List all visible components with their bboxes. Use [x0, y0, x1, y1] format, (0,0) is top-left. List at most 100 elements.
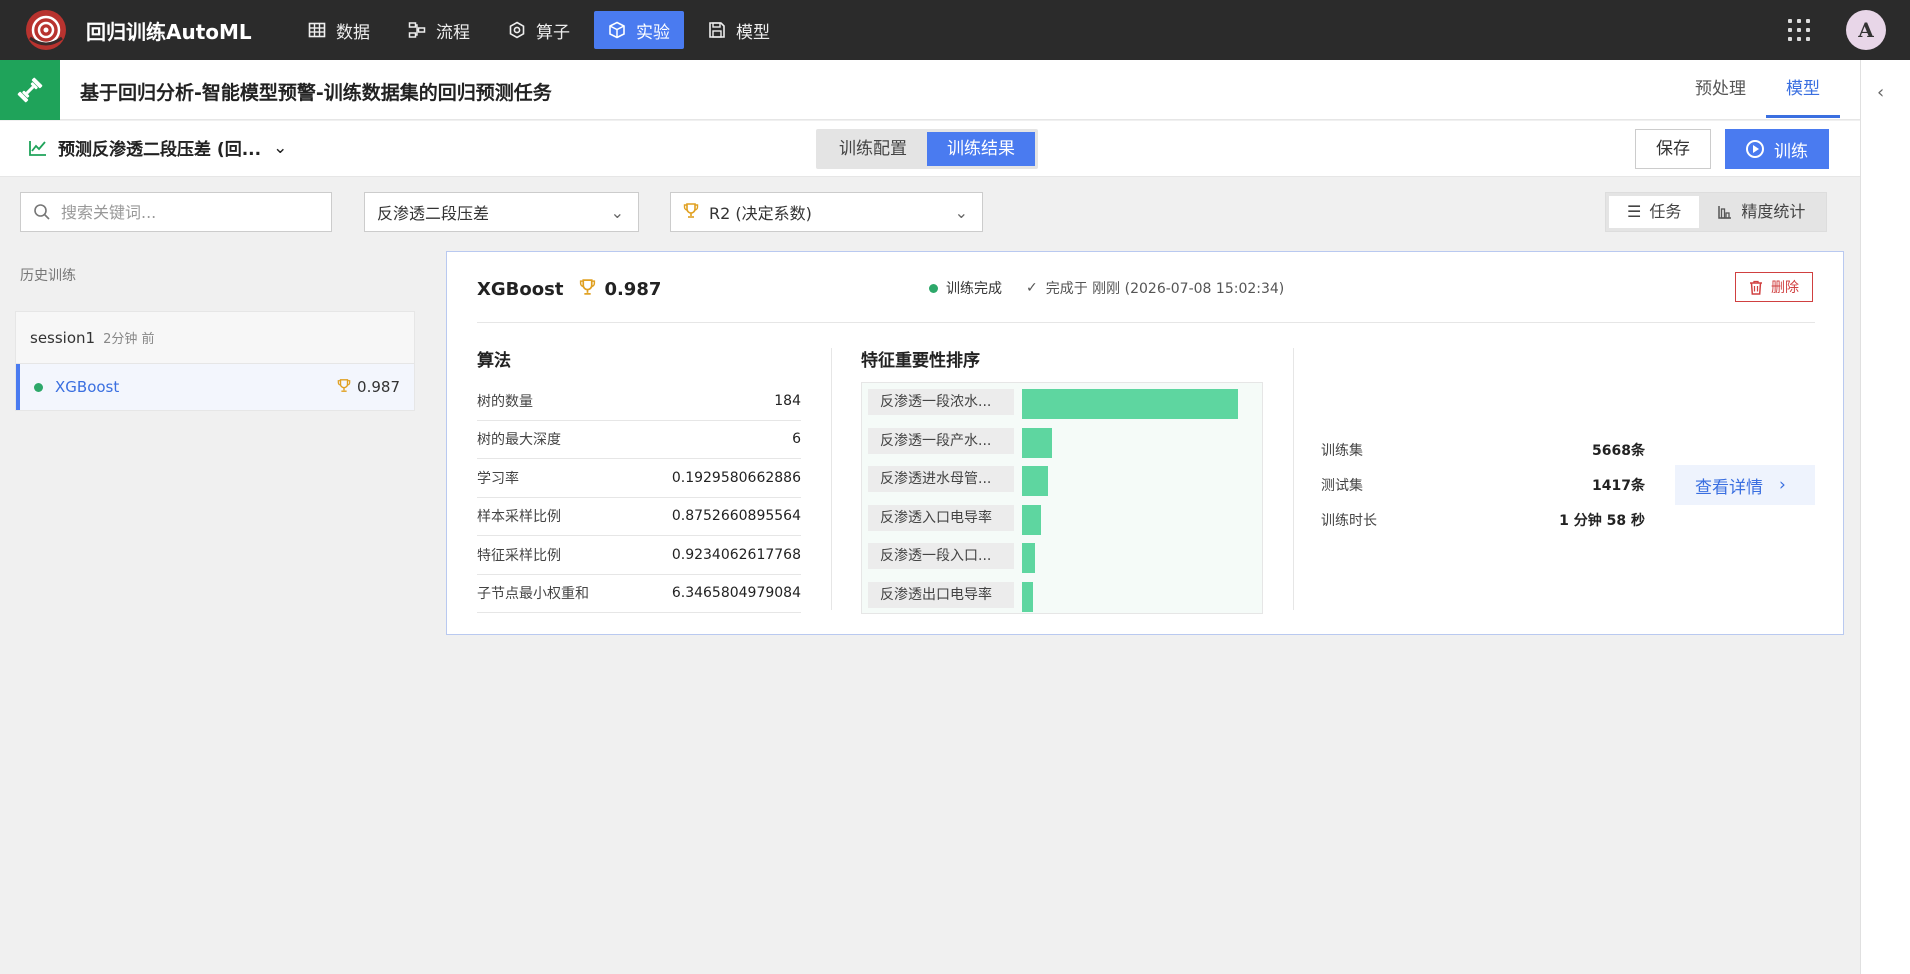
- feature-bar: [1022, 581, 1033, 612]
- status-badge: 训练完成: [946, 281, 1002, 297]
- trophy-icon: [337, 378, 351, 397]
- nav-item-operator[interactable]: 算子: [494, 11, 584, 49]
- delete-label: 删除: [1771, 280, 1799, 296]
- chevron-down-icon: ⌄: [273, 137, 288, 158]
- page-title: 基于回归分析-智能模型预警-训练数据集的回归预测任务: [80, 82, 552, 104]
- algo-title: 算法: [477, 351, 511, 371]
- table-row: 样本采样比例 0.8752660895564: [477, 498, 801, 536]
- feature-label: 反渗透进水母管...: [868, 466, 1014, 492]
- app-logo-icon[interactable]: [24, 8, 68, 52]
- feature-label: 反渗透一段产水...: [868, 427, 1014, 454]
- feature-label: 反渗透入口电导率: [868, 504, 1014, 531]
- search-input[interactable]: [61, 202, 311, 222]
- tab-preprocess[interactable]: 预处理: [1675, 60, 1766, 118]
- stat-key: 测试集: [1321, 477, 1363, 494]
- session-name: session1: [30, 328, 96, 347]
- nav-item-data[interactable]: 数据: [294, 11, 384, 49]
- param-key: 样本采样比例: [477, 509, 561, 526]
- train-button[interactable]: 训练: [1725, 129, 1829, 169]
- status-dot: [929, 283, 938, 293]
- delete-button[interactable]: 删除: [1735, 272, 1813, 302]
- param-value: 184: [774, 392, 801, 409]
- check-icon: ✓: [1026, 280, 1038, 296]
- result-card: XGBoost 0.987 训练完成 ✓ 完成于 刚刚 (2026-07-08 …: [446, 251, 1844, 635]
- task-label: 预测反渗透二段压差 (回...: [58, 140, 262, 160]
- feature-row: 反渗透入口电导率: [862, 499, 1262, 537]
- table-icon: [308, 22, 326, 38]
- tab-accuracy-stats[interactable]: 精度统计: [1699, 196, 1823, 228]
- result-header: XGBoost 0.987: [477, 278, 661, 301]
- stat-row: 测试集 1417条: [1321, 467, 1645, 502]
- feature-label: 反渗透一段浓水...: [868, 389, 1014, 415]
- tab-train-config[interactable]: 训练配置: [819, 132, 927, 166]
- nav-item-model[interactable]: 模型: [694, 11, 784, 49]
- top-nav-bar: 回归训练AutoML 数据 流程 算子 实验 模型 A: [0, 0, 1910, 60]
- list-icon: ☰: [1627, 202, 1642, 221]
- chevron-right-icon: ›: [1779, 475, 1786, 495]
- stat-value: 1 分钟 58 秒: [1559, 512, 1645, 529]
- table-row: 树的数量 184: [477, 382, 801, 421]
- metric-select[interactable]: R2 (决定系数) ⌄: [670, 192, 983, 232]
- trash-icon: [1750, 280, 1762, 295]
- toolbar: 预测反渗透二段压差 (回... ⌄ 训练配置 训练结果 保存 训练: [0, 121, 1860, 177]
- feature-label: 反渗透一段入口...: [868, 543, 1014, 569]
- tab-train-result[interactable]: 训练结果: [927, 132, 1035, 166]
- stat-key: 训练集: [1321, 442, 1363, 459]
- feature-row: 反渗透一段产水...: [862, 422, 1262, 460]
- divider: [1293, 348, 1294, 610]
- feature-row: 反渗透进水母管...: [862, 460, 1262, 498]
- tab-model[interactable]: 模型: [1766, 60, 1840, 118]
- tab-label: 任务: [1649, 202, 1682, 221]
- feature-bar: [1022, 427, 1053, 458]
- top-right-actions: A: [1788, 10, 1886, 50]
- cube-icon: [609, 21, 625, 39]
- completion-time: ✓ 完成于 刚刚 (2026-07-08 15:02:34): [1026, 278, 1284, 298]
- view-details-button[interactable]: 查看详情 ›: [1675, 465, 1815, 505]
- status-dot: [34, 382, 43, 392]
- chevron-down-icon: ⌄: [610, 203, 624, 222]
- train-status: 训练完成 ✓ 完成于 刚刚 (2026-07-08 15:02:34): [929, 278, 1284, 298]
- model-name: XGBoost: [477, 279, 564, 300]
- nav-item-experiment[interactable]: 实验: [594, 11, 684, 49]
- metric-value: R2 (决定系数): [709, 204, 812, 223]
- list-view-switch: ☰ 任务 精度统计: [1605, 192, 1828, 232]
- divider: [477, 322, 1815, 323]
- tab-tasks[interactable]: ☰ 任务: [1609, 196, 1700, 228]
- target-select[interactable]: 反渗透二段压差 ⌄: [364, 192, 639, 232]
- nav-label: 模型: [736, 22, 770, 43]
- feature-row: 反渗透出口电导率: [862, 576, 1262, 614]
- table-row: 子节点最小权重和 6.3465804979084: [477, 575, 801, 613]
- nav-label: 实验: [636, 22, 670, 43]
- apps-grid-icon[interactable]: [1788, 19, 1810, 41]
- target-value: 反渗透二段压差: [377, 204, 490, 223]
- task-selector[interactable]: 预测反渗透二段压差 (回... ⌄: [28, 135, 287, 160]
- session-header[interactable]: session1 2分钟 前: [16, 312, 414, 364]
- table-row: 特征采样比例 0.9234062617768: [477, 536, 801, 575]
- score-badge: 0.987: [579, 278, 661, 301]
- param-value: 0.8752660895564: [671, 508, 801, 525]
- chevron-left-icon[interactable]: ‹: [1877, 82, 1884, 103]
- feature-importance-chart: 反渗透一段浓水... 反渗透一段产水... 反渗透进水母管... 反渗透入口电导率 反渗…: [861, 382, 1263, 614]
- score-value: 0.987: [604, 279, 662, 300]
- stat-row: 训练集 5668条: [1321, 432, 1645, 467]
- nav-label: 流程: [436, 22, 470, 43]
- session-group: session1 2分钟 前 XGBoost 0.987: [15, 311, 415, 411]
- play-icon: [1746, 140, 1764, 158]
- model-name: XGBoost: [55, 378, 120, 396]
- param-value: 6: [792, 431, 801, 448]
- save-button[interactable]: 保存: [1635, 129, 1711, 169]
- param-key: 树的最大深度: [477, 432, 561, 449]
- nav-item-flow[interactable]: 流程: [394, 11, 484, 49]
- param-key: 子节点最小权重和: [477, 586, 589, 603]
- param-key: 学习率: [477, 470, 519, 487]
- dataset-stats: 训练集 5668条 测试集 1417条 训练时长 1 分钟 58 秒: [1321, 432, 1645, 537]
- bar-chart-icon: [1718, 206, 1732, 219]
- feature-row: 反渗透一段浓水...: [862, 383, 1262, 421]
- feature-bar: [1022, 389, 1238, 419]
- stat-value: 1417条: [1592, 477, 1645, 494]
- main-nav: 数据 流程 算子 实验 模型: [294, 11, 794, 49]
- list-item[interactable]: XGBoost 0.987: [16, 364, 414, 410]
- save-icon: [709, 22, 725, 38]
- avatar[interactable]: A: [1846, 10, 1886, 50]
- trophy-icon: [683, 202, 699, 223]
